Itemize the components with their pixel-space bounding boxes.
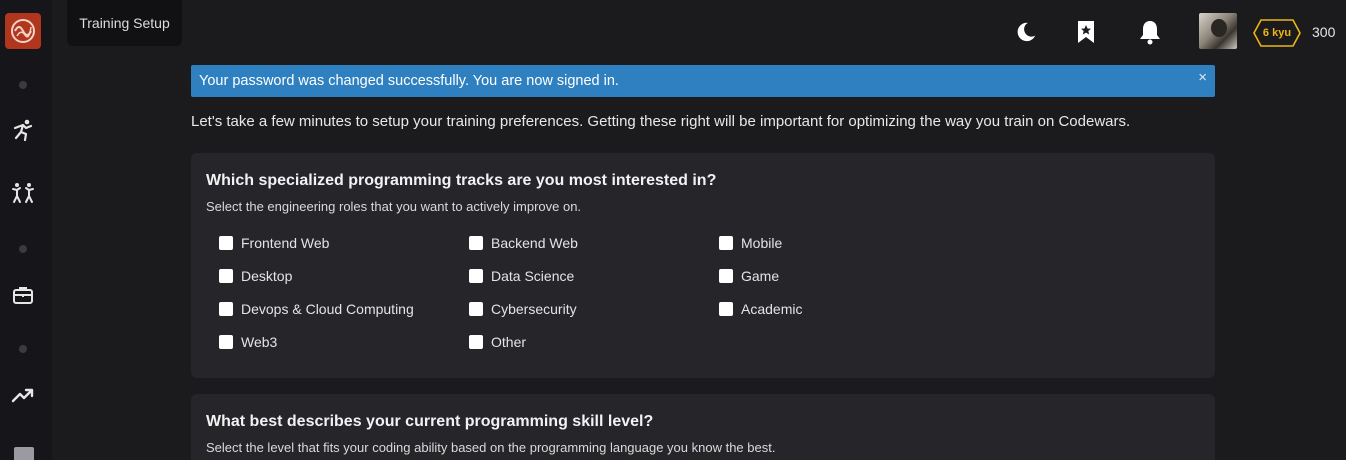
skill-card: What best describes your current program… (191, 394, 1215, 460)
training-icon[interactable] (10, 117, 36, 143)
checkbox[interactable] (719, 236, 733, 250)
practice-icon[interactable] (10, 180, 36, 206)
checkbox[interactable] (219, 302, 233, 316)
tooltip-text: Training Setup (79, 15, 170, 31)
checkbox[interactable] (719, 269, 733, 283)
track-option-backend-web[interactable]: Backend Web (469, 234, 578, 252)
checkbox[interactable] (469, 335, 483, 349)
sidebar (0, 0, 52, 460)
bookmark-star-icon[interactable] (1070, 16, 1102, 48)
checkbox[interactable] (469, 269, 483, 283)
rank-label: 6 kyu (1262, 27, 1292, 39)
success-alert: Your password was changed successfully. … (191, 65, 1215, 97)
tracks-card: Which specialized programming tracks are… (191, 153, 1215, 378)
checkbox[interactable] (219, 236, 233, 250)
alert-message: Your password was changed successfully. … (199, 73, 619, 89)
intro-text: Let's take a few minutes to setup your t… (191, 113, 1131, 130)
skill-title: What best describes your current program… (206, 413, 654, 430)
track-option-game[interactable]: Game (719, 267, 779, 285)
track-option-academic[interactable]: Academic (719, 300, 802, 318)
track-option-other[interactable]: Other (469, 333, 526, 351)
sidebar-tooltip: Training Setup (67, 0, 182, 46)
checkbox[interactable] (469, 302, 483, 316)
track-option-frontend-web[interactable]: Frontend Web (219, 234, 329, 252)
sidebar-divider-dot (19, 345, 27, 353)
checkbox[interactable] (719, 302, 733, 316)
bell-icon[interactable] (1134, 16, 1166, 48)
track-option-data-science[interactable]: Data Science (469, 267, 574, 285)
track-option-desktop[interactable]: Desktop (219, 267, 292, 285)
tracks-title: Which specialized programming tracks are… (206, 172, 717, 189)
track-option-mobile[interactable]: Mobile (719, 234, 782, 252)
checkbox[interactable] (469, 236, 483, 250)
sidebar-divider-dot (19, 81, 27, 89)
close-icon[interactable]: × (1198, 69, 1207, 86)
track-option-web3[interactable]: Web3 (219, 333, 277, 351)
honor-score: 300 (1312, 24, 1336, 40)
checkbox[interactable] (219, 335, 233, 349)
moon-icon[interactable] (1010, 16, 1042, 48)
track-option-cybersecurity[interactable]: Cybersecurity (469, 300, 577, 318)
sidebar-item-partial[interactable] (14, 447, 34, 460)
briefcase-icon[interactable] (10, 282, 36, 308)
avatar[interactable] (1199, 13, 1237, 49)
page: Training Setup 6 kyu 300 Your password w… (0, 0, 1346, 460)
track-option-devops[interactable]: Devops & Cloud Computing (219, 300, 414, 318)
tracks-subtitle: Select the engineering roles that you wa… (206, 199, 582, 214)
sidebar-divider-dot (19, 245, 27, 253)
rank-badge[interactable]: 6 kyu (1253, 19, 1301, 47)
codewars-logo-icon[interactable] (5, 13, 41, 49)
skill-subtitle: Select the level that fits your coding a… (206, 440, 776, 455)
avatar-figure (1211, 19, 1227, 37)
trending-icon[interactable] (10, 382, 36, 408)
checkbox[interactable] (219, 269, 233, 283)
